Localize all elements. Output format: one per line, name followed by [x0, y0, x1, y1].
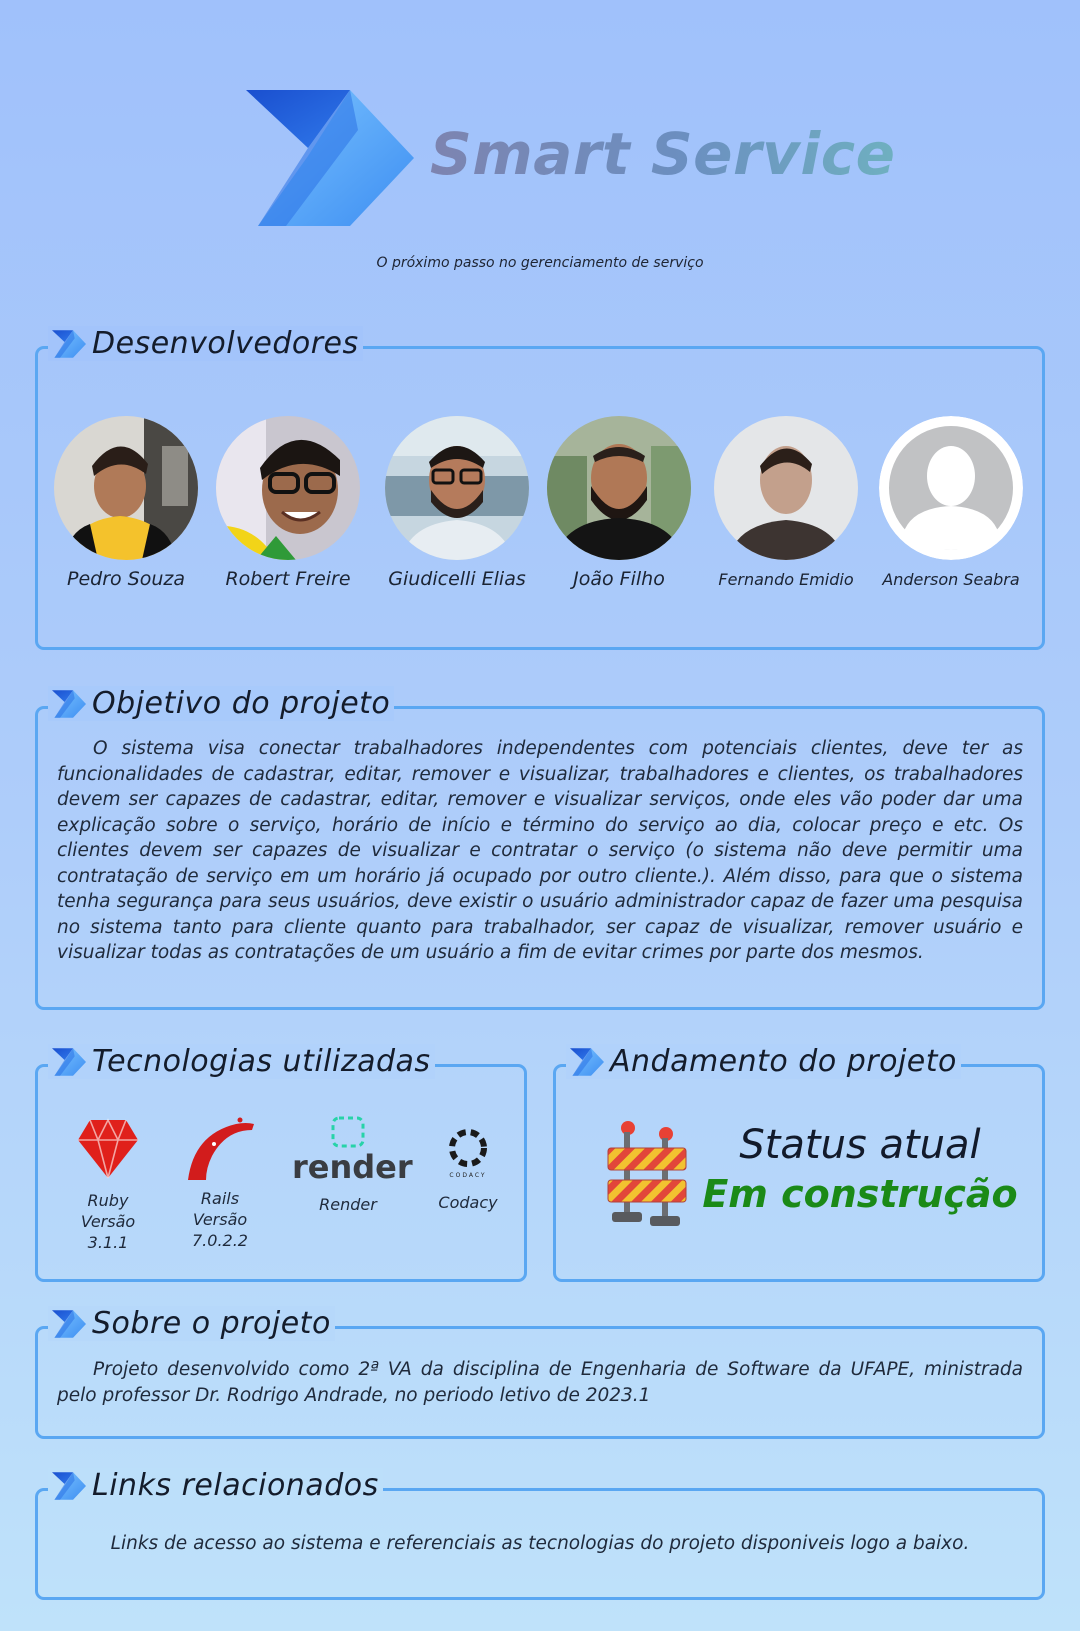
- section-logo-icon: [570, 1048, 604, 1076]
- progress-heading: Andamento do projeto: [566, 1044, 961, 1079]
- tech-item: CODACY Codacy: [418, 1126, 518, 1213]
- links-text: Links de acesso ao sistema e referenciai…: [110, 1533, 970, 1554]
- developer-card: Giudicelli Elias: [385, 416, 529, 590]
- status-value: Em construção: [702, 1172, 1018, 1216]
- developer-name: Anderson Seabra: [882, 570, 1020, 589]
- objective-text: O sistema visa conectar trabalhadores in…: [57, 738, 1023, 963]
- tech-version: Versão 7.0.2.2: [192, 1210, 248, 1250]
- section-title: Tecnologias utilizadas: [92, 1044, 431, 1079]
- avatar: [714, 416, 858, 560]
- section-logo-icon: [52, 330, 86, 358]
- about-text: Projeto desenvolvido como 2ª VA da disci…: [57, 1359, 1023, 1406]
- developers-heading: Desenvolvedores: [48, 326, 363, 361]
- tech-item: render Render: [292, 1116, 413, 1215]
- avatar: [216, 416, 360, 560]
- render-logo-icon: [331, 1116, 365, 1148]
- developer-name: Robert Freire: [225, 568, 351, 590]
- tech-item: Ruby Versão 3.1.1: [58, 1118, 158, 1253]
- developer-card: Anderson Seabra: [879, 416, 1023, 589]
- section-title: Sobre o projeto: [92, 1306, 331, 1341]
- app-title: Smart Service: [430, 120, 896, 188]
- section-logo-icon: [52, 1048, 86, 1076]
- status-label: Status atual: [739, 1122, 981, 1168]
- tech-name: Ruby: [87, 1191, 129, 1210]
- app-logo-icon: [246, 90, 414, 226]
- render-wordmark: render: [292, 1148, 413, 1186]
- developer-card: Robert Freire: [216, 416, 360, 590]
- default-avatar-icon: [879, 416, 1023, 560]
- tech-name: Codacy: [438, 1193, 498, 1212]
- avatar: [385, 416, 529, 560]
- objective-heading: Objetivo do projeto: [48, 686, 395, 721]
- tech-name: Render: [319, 1195, 377, 1214]
- technologies-heading: Tecnologias utilizadas: [48, 1044, 435, 1079]
- ruby-gem-icon: [78, 1118, 138, 1179]
- section-title: Desenvolvedores: [92, 326, 359, 361]
- developer-card: João Filho: [547, 416, 691, 590]
- tagline: O próximo passo no gerenciamento de serv…: [376, 255, 704, 271]
- section-logo-icon: [52, 690, 86, 718]
- section-title: Links relacionados: [92, 1468, 379, 1503]
- construction-barrier-icon: [607, 1121, 687, 1226]
- codacy-logo-icon: [449, 1129, 487, 1167]
- developer-name: Fernando Emidio: [718, 570, 854, 589]
- tech-name: Rails: [200, 1189, 240, 1208]
- avatar: [547, 416, 691, 560]
- links-heading: Links relacionados: [48, 1468, 383, 1503]
- tech-item: Rails Versão 7.0.2.2: [164, 1116, 276, 1251]
- section-logo-icon: [52, 1472, 86, 1500]
- section-logo-icon: [52, 1310, 86, 1338]
- developer-card: Fernando Emidio: [714, 416, 858, 589]
- avatar: [54, 416, 198, 560]
- about-heading: Sobre o projeto: [48, 1306, 335, 1341]
- developer-name: Pedro Souza: [66, 568, 186, 590]
- rails-icon: [188, 1117, 254, 1180]
- tech-version: Versão 3.1.1: [80, 1212, 136, 1252]
- developer-name: Giudicelli Elias: [388, 568, 526, 590]
- section-title: Objetivo do projeto: [92, 686, 391, 721]
- developer-name: João Filho: [573, 568, 665, 590]
- section-title: Andamento do projeto: [610, 1044, 957, 1079]
- codacy-wordmark: CODACY: [449, 1172, 487, 1179]
- developer-card: Pedro Souza: [54, 416, 198, 590]
